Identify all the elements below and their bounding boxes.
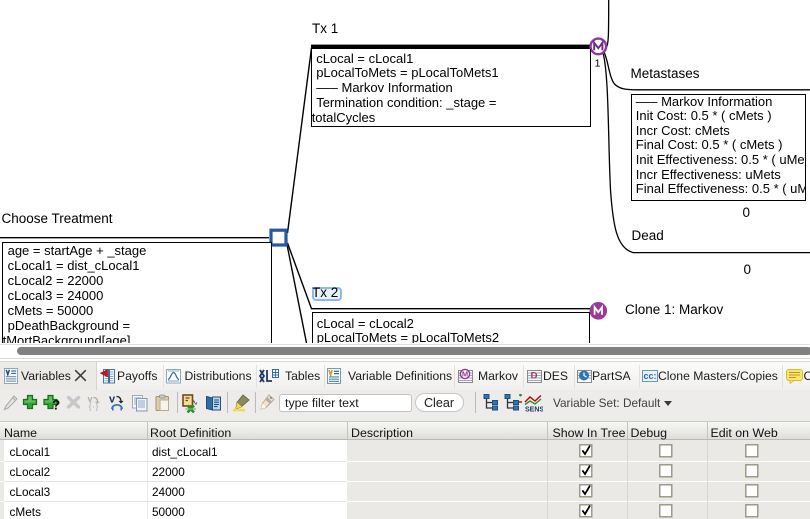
svg-text:D: D <box>531 371 538 382</box>
svg-text:v: v <box>109 394 116 406</box>
svg-text:1: 1 <box>595 58 601 70</box>
svg-text:SENS: SENS <box>525 407 543 413</box>
svg-text:cc:: cc: <box>643 371 656 381</box>
svg-text:{·}: {·} <box>89 402 100 412</box>
svg-text:M: M <box>462 370 468 379</box>
svg-text:?: ? <box>52 398 60 412</box>
